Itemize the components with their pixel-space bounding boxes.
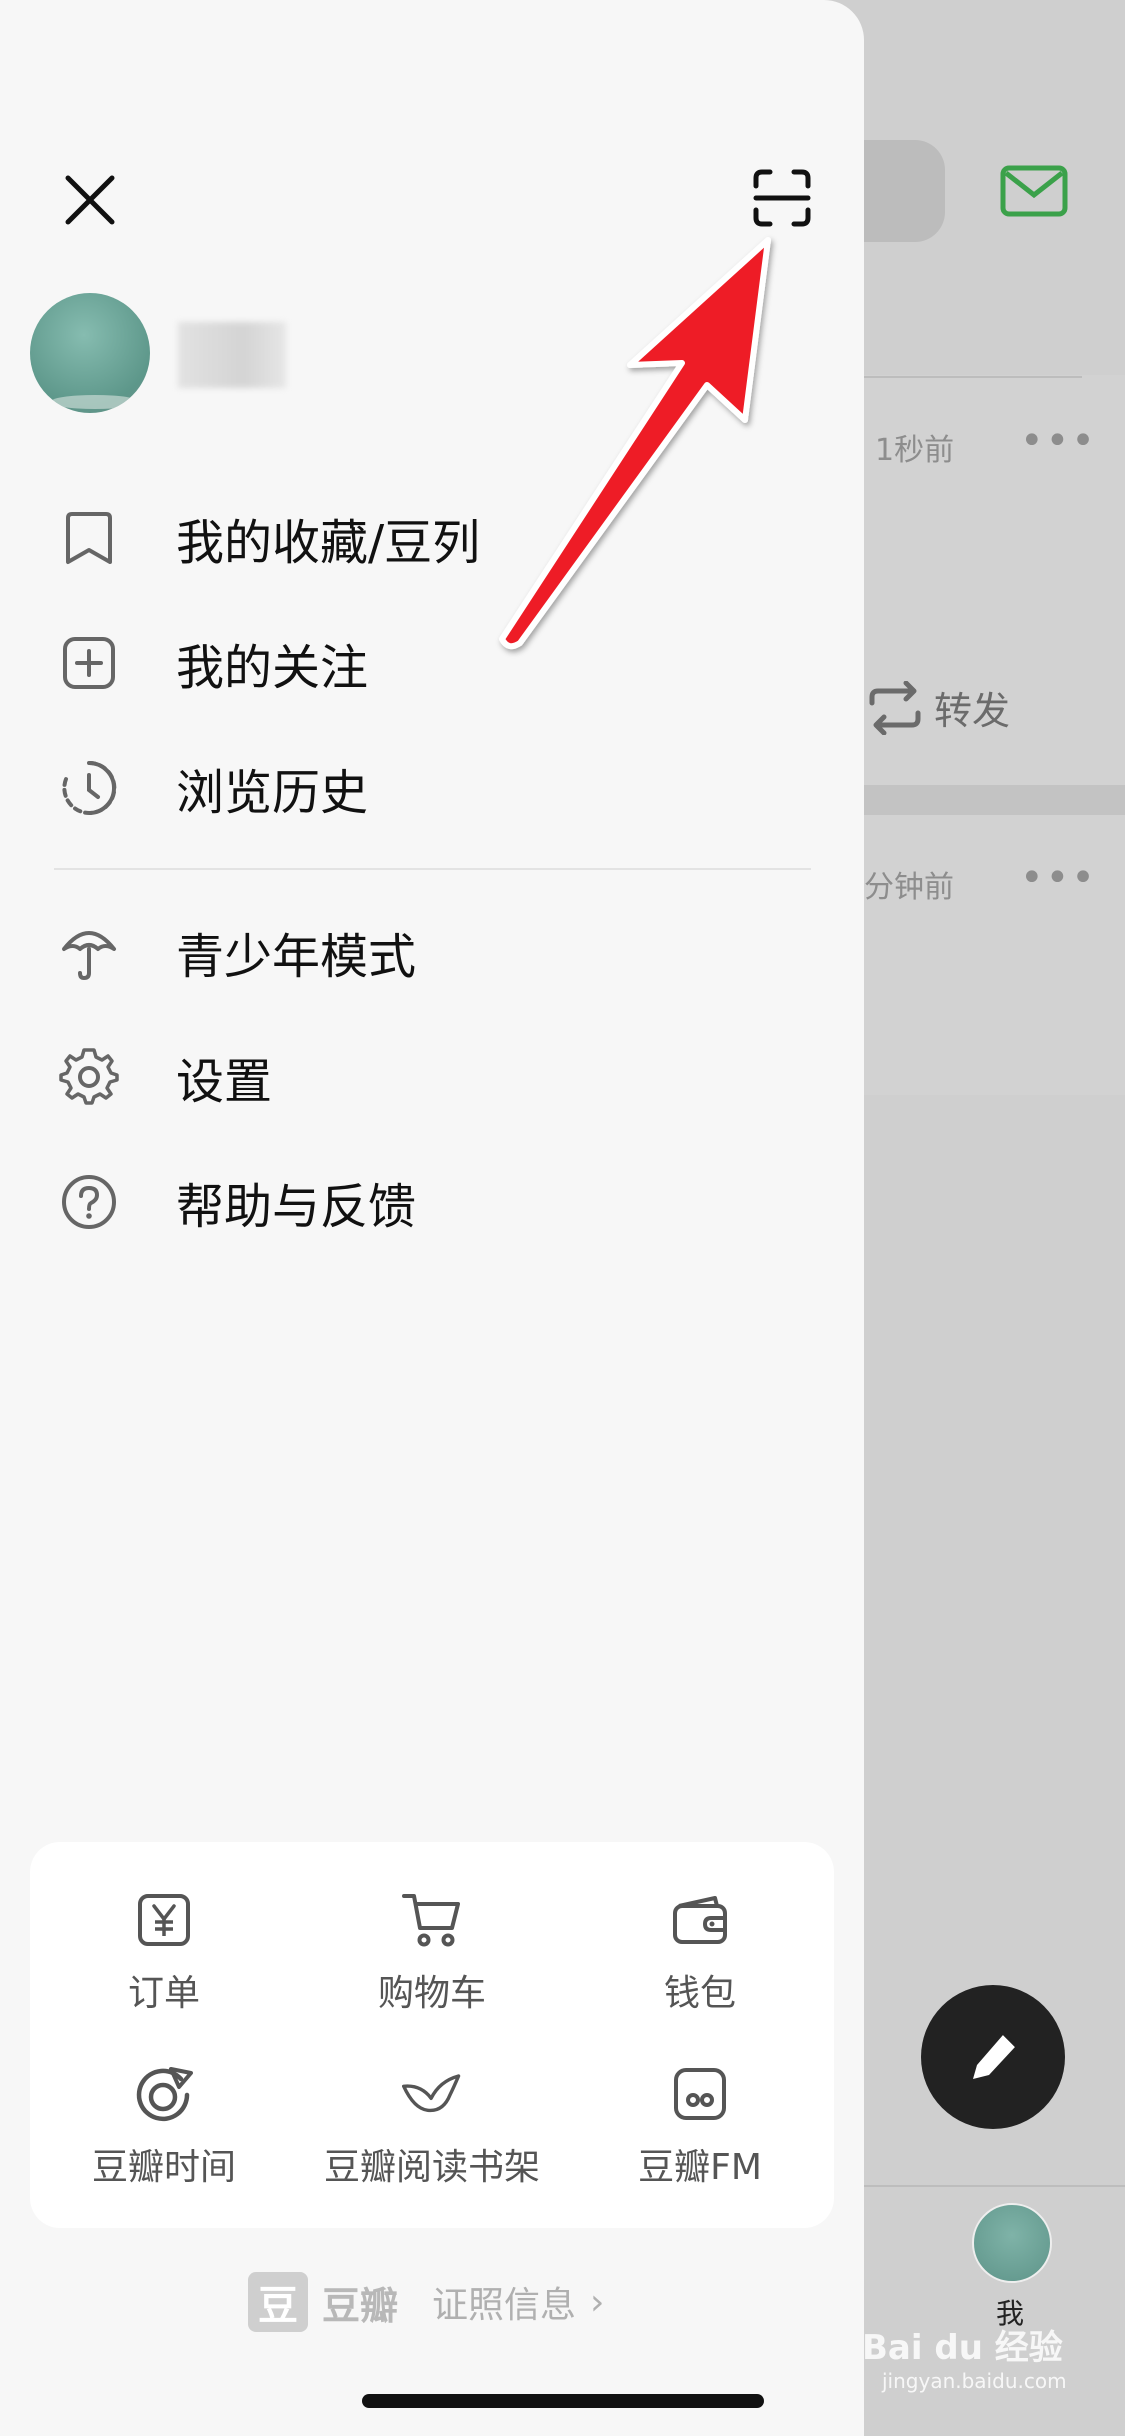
home-indicator bbox=[362, 2394, 764, 2408]
watermark: Bai du 经验 jingyan.baidu.com bbox=[862, 2320, 1067, 2393]
quick-item-label: 豆瓣时间 bbox=[91, 2147, 236, 2188]
quick-item-douban-fm[interactable]: 豆瓣FM bbox=[566, 2064, 834, 2190]
quick-item-label: 豆瓣阅读书架 bbox=[323, 2147, 540, 2188]
tab-me-avatar bbox=[972, 2203, 1052, 2283]
gear-icon bbox=[58, 1046, 120, 1108]
more-icon: ••• bbox=[1020, 418, 1097, 464]
quick-item-wallet[interactable]: 钱包 bbox=[566, 1890, 834, 2016]
menu-item-label: 浏览历史 bbox=[176, 765, 369, 821]
feed-time: 分钟前 bbox=[864, 870, 954, 905]
help-circle-icon bbox=[58, 1171, 120, 1233]
menu-item-favorites[interactable]: 我的收藏/豆列 bbox=[58, 498, 480, 578]
repost-label: 转发 bbox=[934, 689, 1011, 733]
bird-icon bbox=[402, 2064, 462, 2124]
history-clock-icon bbox=[58, 757, 120, 819]
feed-gap bbox=[864, 785, 1125, 815]
avatar[interactable] bbox=[30, 293, 150, 413]
umbrella-icon bbox=[58, 921, 120, 983]
scan-icon[interactable] bbox=[752, 168, 812, 228]
menu-item-history[interactable]: 浏览历史 bbox=[58, 748, 368, 828]
compose-button bbox=[921, 1985, 1065, 2129]
menu-item-teen-mode[interactable]: 青少年模式 bbox=[58, 912, 416, 992]
quick-item-label: 购物车 bbox=[377, 1973, 486, 2014]
footer-brand: 豆瓣 bbox=[322, 2283, 399, 2328]
menu-item-label: 青少年模式 bbox=[176, 929, 417, 985]
yen-order-icon bbox=[134, 1890, 194, 1950]
quick-item-reading-shelf[interactable]: 豆瓣阅读书架 bbox=[298, 2064, 566, 2190]
divider bbox=[864, 376, 1082, 378]
menu-item-help[interactable]: 帮助与反馈 bbox=[58, 1162, 416, 1242]
quick-item-label: 豆瓣FM bbox=[638, 2147, 762, 2188]
menu-item-label: 帮助与反馈 bbox=[176, 1179, 417, 1235]
chevron-right-icon: › bbox=[590, 2281, 605, 2323]
mail-icon bbox=[1000, 165, 1068, 217]
annotation-arrow bbox=[499, 237, 771, 650]
menu-divider bbox=[54, 868, 811, 870]
douban-logo-icon: 豆 bbox=[248, 2272, 308, 2332]
cart-icon bbox=[402, 1890, 462, 1950]
wallet-icon bbox=[670, 1890, 730, 1950]
feed-time: 1秒前 bbox=[875, 433, 955, 468]
quick-actions-panel: 订单 购物车 钱包 豆瓣时间 豆瓣阅读书架 豆瓣FM bbox=[30, 1842, 834, 2228]
watermark-main: Bai du 经验 bbox=[862, 2328, 1063, 2368]
footer-license-link[interactable]: 豆 豆瓣 证照信息 › bbox=[248, 2272, 604, 2332]
quick-item-label: 订单 bbox=[127, 1973, 200, 2014]
quick-item-douban-time[interactable]: 豆瓣时间 bbox=[30, 2064, 298, 2190]
footer-license: 证照信息 bbox=[432, 2285, 577, 2326]
close-icon[interactable] bbox=[60, 170, 120, 230]
menu-item-label: 设置 bbox=[176, 1054, 273, 1110]
repost-icon bbox=[869, 680, 921, 735]
quick-item-orders[interactable]: 订单 bbox=[30, 1890, 298, 2016]
douban-time-icon bbox=[134, 2064, 194, 2124]
menu-item-label: 我的关注 bbox=[176, 640, 369, 696]
pen-icon bbox=[973, 2029, 1021, 2079]
watermark-sub: jingyan.baidu.com bbox=[882, 2369, 1067, 2393]
plus-square-icon bbox=[58, 632, 120, 694]
menu-item-label: 我的收藏/豆列 bbox=[176, 515, 481, 571]
repost-button: 转发 bbox=[864, 680, 1010, 735]
quick-item-label: 钱包 bbox=[663, 1973, 736, 2014]
username-blurred[interactable] bbox=[178, 322, 286, 388]
menu-item-following[interactable]: 我的关注 bbox=[58, 623, 368, 703]
fm-icon bbox=[670, 2064, 730, 2124]
more-icon: ••• bbox=[1020, 855, 1097, 901]
menu-item-settings[interactable]: 设置 bbox=[58, 1037, 272, 1117]
bookmark-icon bbox=[58, 507, 120, 569]
quick-item-cart[interactable]: 购物车 bbox=[298, 1890, 566, 2016]
